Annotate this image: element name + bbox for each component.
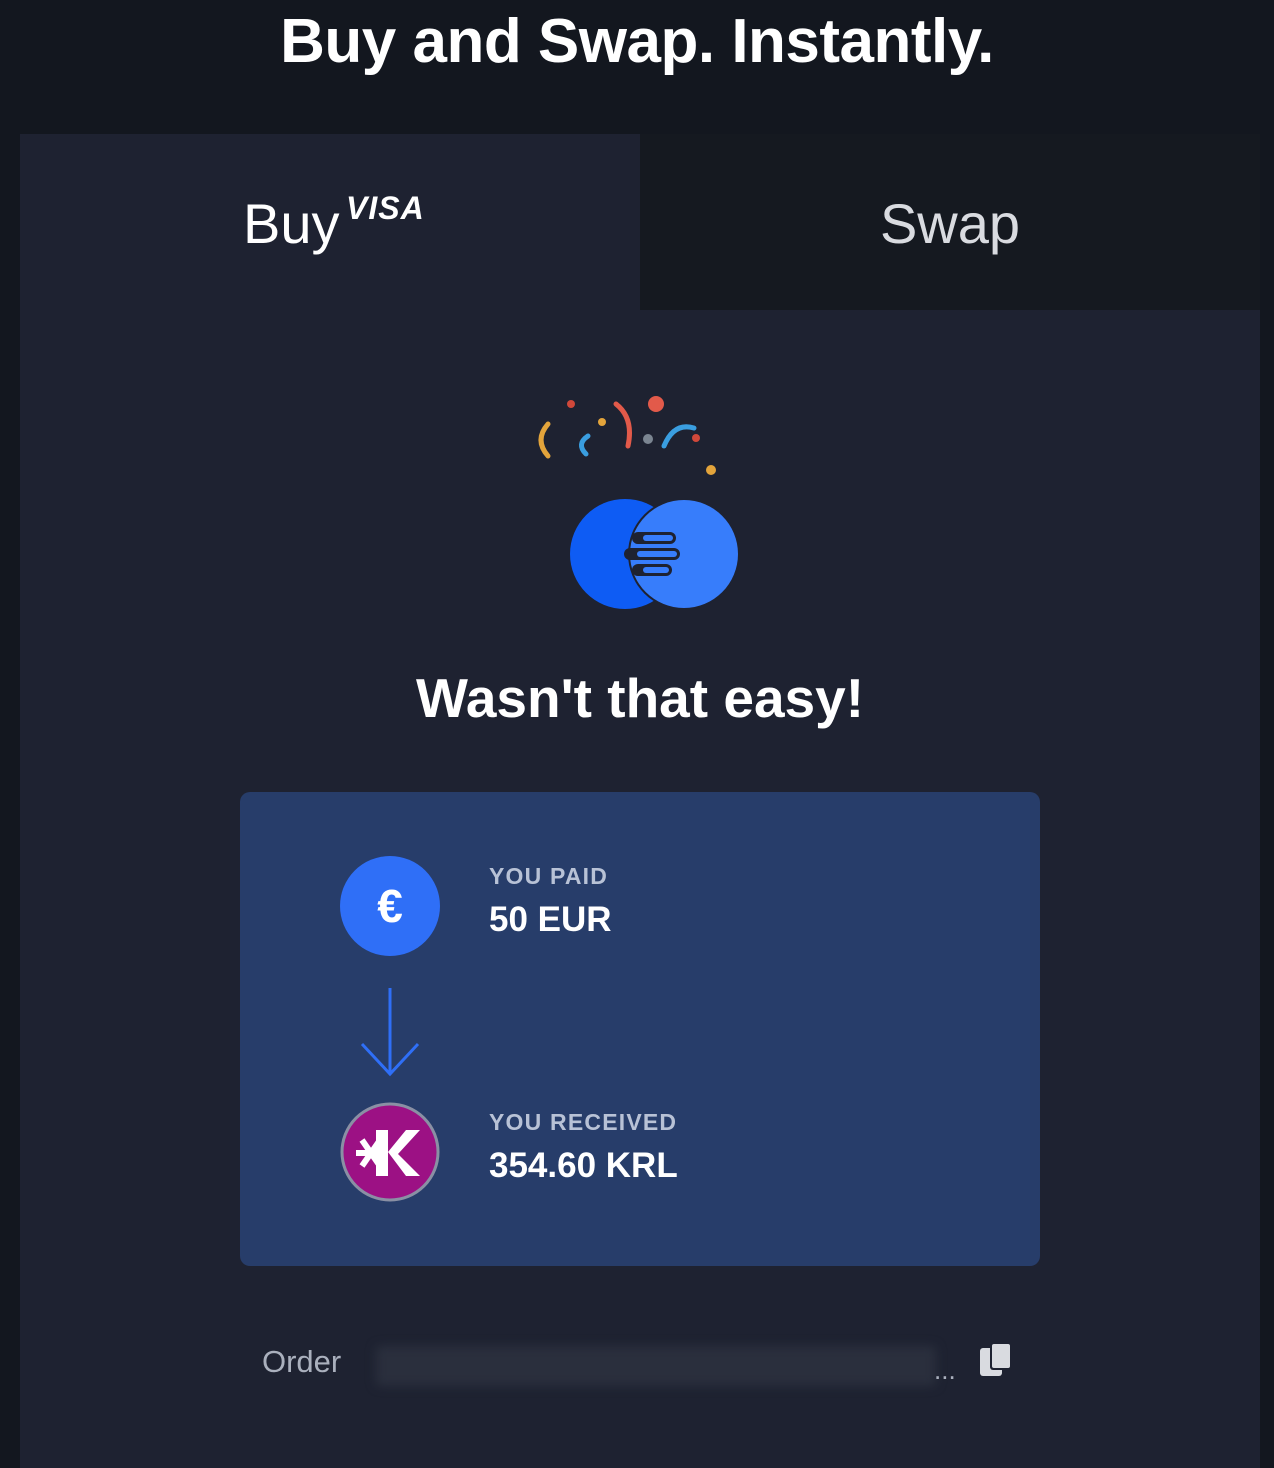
exchange-widget: Buy VISA Swap Wasn't that easy! € YOU PA… bbox=[20, 134, 1260, 1468]
euro-coin-icon: € bbox=[340, 856, 440, 956]
tab-buy-label: Buy bbox=[243, 192, 340, 255]
paid-label: YOU PAID bbox=[489, 863, 609, 889]
page-title: Buy and Swap. Instantly. bbox=[280, 7, 994, 76]
paid-amount: 50 EUR bbox=[489, 900, 612, 939]
success-heading: Wasn't that easy! bbox=[415, 667, 865, 729]
tab-swap-label: Swap bbox=[879, 192, 1021, 255]
transaction-summary-card: € YOU PAID 50 EUR YOU RECEIVED 354.60 KR… bbox=[240, 792, 1040, 1266]
visa-logo: VISA bbox=[346, 190, 425, 226]
tab-buy[interactable]: Buy VISA bbox=[20, 134, 640, 310]
euro-symbol: € bbox=[377, 880, 403, 932]
tab-bar: Buy VISA Swap bbox=[20, 134, 1260, 310]
order-label: Order bbox=[262, 1344, 342, 1379]
tab-swap[interactable]: Swap bbox=[640, 134, 1260, 310]
copy-icon[interactable] bbox=[978, 1340, 1014, 1380]
received-label: YOU RECEIVED bbox=[489, 1109, 678, 1135]
received-amount: 354.60 KRL bbox=[489, 1146, 678, 1185]
order-id-redacted bbox=[376, 1346, 936, 1386]
page-header: Buy and Swap. Instantly. bbox=[0, 0, 1274, 134]
arrow-down-icon bbox=[360, 988, 420, 1077]
kryll-coin-icon bbox=[340, 1102, 440, 1202]
celebration-confetti-coin-icon bbox=[538, 396, 740, 610]
order-id-ellipsis: ... bbox=[934, 1355, 956, 1385]
